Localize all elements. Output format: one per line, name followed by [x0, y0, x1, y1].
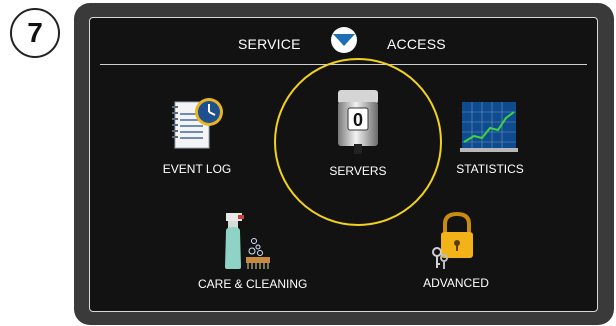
- cleaning-spray-icon: [225, 213, 270, 269]
- screen-header: SERVICE ACCESS: [90, 18, 597, 68]
- padlock-keys-icon: [432, 211, 473, 269]
- brand-logo-icon: [331, 27, 357, 53]
- header-service-label: SERVICE: [238, 36, 301, 52]
- menu-item-label: STATISTICS: [456, 162, 524, 176]
- menu-item-care-cleaning[interactable]: CARE & CLEANING: [198, 211, 308, 291]
- menu-item-servers[interactable]: 0 SERVERS: [308, 88, 408, 178]
- step-number-badge: 7: [10, 8, 60, 58]
- menu-item-advanced[interactable]: ADVANCED: [406, 208, 506, 290]
- statistics-chart-icon: [460, 102, 518, 152]
- menu-item-label: CARE & CLEANING: [198, 277, 308, 291]
- device-bezel: SERVICE ACCESS EVENT LOG 0 SERVERS STATI…: [74, 3, 614, 325]
- menu-item-label: ADVANCED: [423, 276, 489, 290]
- event-log-icon: [172, 98, 223, 149]
- server-icon: 0: [338, 90, 378, 154]
- header-access-label: ACCESS: [387, 36, 446, 52]
- touch-screen: SERVICE ACCESS EVENT LOG 0 SERVERS STATI…: [89, 17, 598, 312]
- menu-item-label: EVENT LOG: [162, 162, 232, 176]
- header-divider: [100, 64, 587, 65]
- menu-item-event-log[interactable]: EVENT LOG: [147, 94, 247, 176]
- menu-item-statistics[interactable]: STATISTICS: [440, 98, 540, 176]
- menu-item-label: SERVERS: [329, 164, 387, 178]
- server-count-value: 0: [353, 110, 363, 130]
